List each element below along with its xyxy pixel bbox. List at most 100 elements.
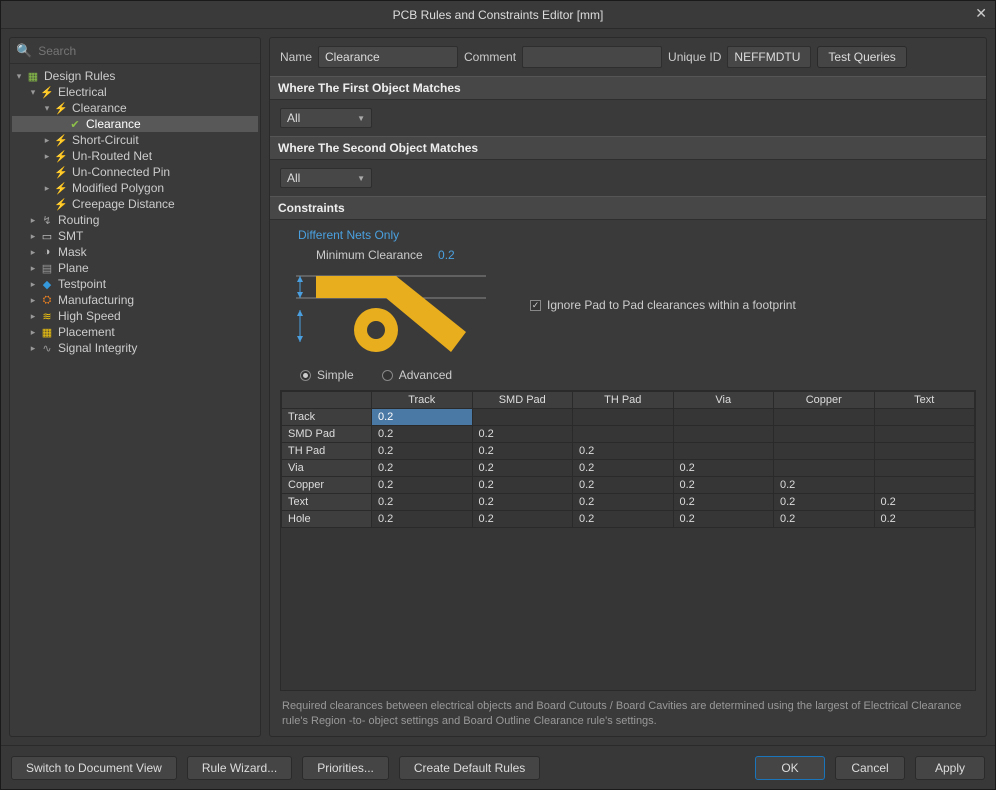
tree-signal-integrity[interactable]: ▸ ∿ Signal Integrity (12, 340, 258, 356)
min-clearance-value[interactable]: 0.2 (438, 248, 455, 262)
create-default-rules-button[interactable]: Create Default Rules (399, 756, 540, 780)
grid-cell[interactable]: 0.2 (472, 477, 573, 494)
grid-cell[interactable]: 0.2 (472, 426, 573, 443)
chevron-right-icon[interactable]: ▸ (42, 183, 52, 194)
close-icon[interactable]: ✕ (975, 5, 987, 22)
grid-cell[interactable] (673, 426, 774, 443)
tree-high-speed[interactable]: ▸ ≋ High Speed (12, 308, 258, 324)
mode-simple-radio[interactable]: Simple (300, 368, 354, 382)
chevron-right-icon[interactable]: ▸ (28, 327, 38, 338)
chevron-right-icon[interactable]: ▸ (42, 135, 52, 146)
grid-cell[interactable]: 0.2 (874, 511, 975, 528)
tree-un-connected-pin[interactable]: ⚡ Un-Connected Pin (12, 164, 258, 180)
second-object-scope-dropdown[interactable]: All ▼ (280, 168, 372, 188)
grid-cell[interactable] (472, 409, 573, 426)
tree-short-circuit[interactable]: ▸ ⚡ Short-Circuit (12, 132, 258, 148)
grid-cell[interactable]: 0.2 (472, 443, 573, 460)
grid-column-header[interactable]: SMD Pad (472, 392, 573, 409)
grid-cell[interactable]: 0.2 (372, 426, 473, 443)
grid-cell[interactable]: 0.2 (573, 460, 674, 477)
chevron-right-icon[interactable]: ▸ (28, 311, 38, 322)
tree-un-routed-net[interactable]: ▸ ⚡ Un-Routed Net (12, 148, 258, 164)
grid-row-header[interactable]: Track (282, 409, 372, 426)
grid-cell[interactable]: 0.2 (774, 477, 875, 494)
grid-cell[interactable]: 0.2 (372, 494, 473, 511)
comment-field[interactable] (522, 46, 662, 68)
grid-cell[interactable]: 0.2 (573, 477, 674, 494)
grid-cell[interactable]: 0.2 (774, 494, 875, 511)
grid-cell[interactable]: 0.2 (673, 460, 774, 477)
grid-cell[interactable]: 0.2 (573, 511, 674, 528)
rules-tree[interactable]: ▾ ▦ Design Rules ▾ ⚡ Electrical ▾ ⚡ Clea… (10, 64, 260, 736)
tree-testpoint[interactable]: ▸ ◆ Testpoint (12, 276, 258, 292)
grid-cell[interactable] (774, 426, 875, 443)
grid-cell[interactable]: 0.2 (472, 460, 573, 477)
grid-cell[interactable]: 0.2 (372, 443, 473, 460)
chevron-right-icon[interactable]: ▸ (28, 215, 38, 226)
grid-cell[interactable]: 0.2 (472, 511, 573, 528)
grid-row-header[interactable]: Copper (282, 477, 372, 494)
tree-design-rules[interactable]: ▾ ▦ Design Rules (12, 68, 258, 84)
grid-column-header[interactable]: Via (673, 392, 774, 409)
ok-button[interactable]: OK (755, 756, 825, 780)
tree-manufacturing[interactable]: ▸ ⛭ Manufacturing (12, 292, 258, 308)
first-object-scope-dropdown[interactable]: All ▼ (280, 108, 372, 128)
grid-cell[interactable]: 0.2 (472, 494, 573, 511)
chevron-right-icon[interactable]: ▸ (28, 279, 38, 290)
tree-clearance-category[interactable]: ▾ ⚡ Clearance (12, 100, 258, 116)
name-field[interactable] (318, 46, 458, 68)
priorities-button[interactable]: Priorities... (302, 756, 389, 780)
chevron-right-icon[interactable]: ▸ (28, 263, 38, 274)
grid-cell[interactable] (874, 409, 975, 426)
grid-cell[interactable]: 0.2 (874, 494, 975, 511)
grid-cell[interactable] (573, 426, 674, 443)
unique-id-field[interactable] (727, 46, 811, 68)
tree-mask[interactable]: ▸ ◑ Mask (12, 244, 258, 260)
tree-plane[interactable]: ▸ ▤ Plane (12, 260, 258, 276)
chevron-right-icon[interactable]: ▸ (28, 231, 38, 242)
nets-toggle-link[interactable]: Different Nets Only (298, 228, 399, 242)
grid-cell[interactable]: 0.2 (573, 494, 674, 511)
grid-row-header[interactable]: Hole (282, 511, 372, 528)
grid-cell[interactable] (774, 443, 875, 460)
grid-cell[interactable]: 0.2 (774, 511, 875, 528)
apply-button[interactable]: Apply (915, 756, 985, 780)
grid-column-header[interactable]: TH Pad (573, 392, 674, 409)
grid-column-header[interactable]: Copper (774, 392, 875, 409)
chevron-down-icon[interactable]: ▾ (28, 87, 38, 98)
tree-routing[interactable]: ▸ ↯ Routing (12, 212, 258, 228)
tree-placement[interactable]: ▸ ▦ Placement (12, 324, 258, 340)
grid-cell[interactable]: 0.2 (673, 494, 774, 511)
mode-advanced-radio[interactable]: Advanced (382, 368, 452, 382)
grid-row-header[interactable]: TH Pad (282, 443, 372, 460)
search-input[interactable] (38, 44, 254, 58)
grid-cell[interactable] (874, 426, 975, 443)
rule-wizard-button[interactable]: Rule Wizard... (187, 756, 292, 780)
clearance-grid[interactable]: TrackSMD PadTH PadViaCopperTextTrack0.2S… (280, 390, 976, 691)
grid-cell[interactable]: 0.2 (372, 511, 473, 528)
grid-cell[interactable] (673, 409, 774, 426)
chevron-right-icon[interactable]: ▸ (42, 151, 52, 162)
chevron-down-icon[interactable]: ▾ (42, 103, 52, 114)
grid-column-header[interactable]: Text (874, 392, 975, 409)
chevron-right-icon[interactable]: ▸ (28, 295, 38, 306)
grid-cell[interactable] (573, 409, 674, 426)
grid-row-header[interactable]: Text (282, 494, 372, 511)
grid-cell[interactable] (774, 409, 875, 426)
grid-cell[interactable] (673, 443, 774, 460)
grid-row-header[interactable]: SMD Pad (282, 426, 372, 443)
chevron-right-icon[interactable]: ▸ (28, 247, 38, 258)
grid-cell[interactable] (874, 460, 975, 477)
grid-cell[interactable]: 0.2 (673, 511, 774, 528)
tree-creepage-distance[interactable]: ⚡ Creepage Distance (12, 196, 258, 212)
chevron-down-icon[interactable]: ▾ (14, 71, 24, 82)
grid-cell[interactable] (874, 443, 975, 460)
grid-column-header[interactable]: Track (372, 392, 473, 409)
tree-smt[interactable]: ▸ ▭ SMT (12, 228, 258, 244)
grid-cell[interactable]: 0.2 (372, 477, 473, 494)
switch-to-document-view-button[interactable]: Switch to Document View (11, 756, 177, 780)
chevron-right-icon[interactable]: ▸ (28, 343, 38, 354)
cancel-button[interactable]: Cancel (835, 756, 905, 780)
grid-cell[interactable] (774, 460, 875, 477)
grid-cell[interactable] (874, 477, 975, 494)
